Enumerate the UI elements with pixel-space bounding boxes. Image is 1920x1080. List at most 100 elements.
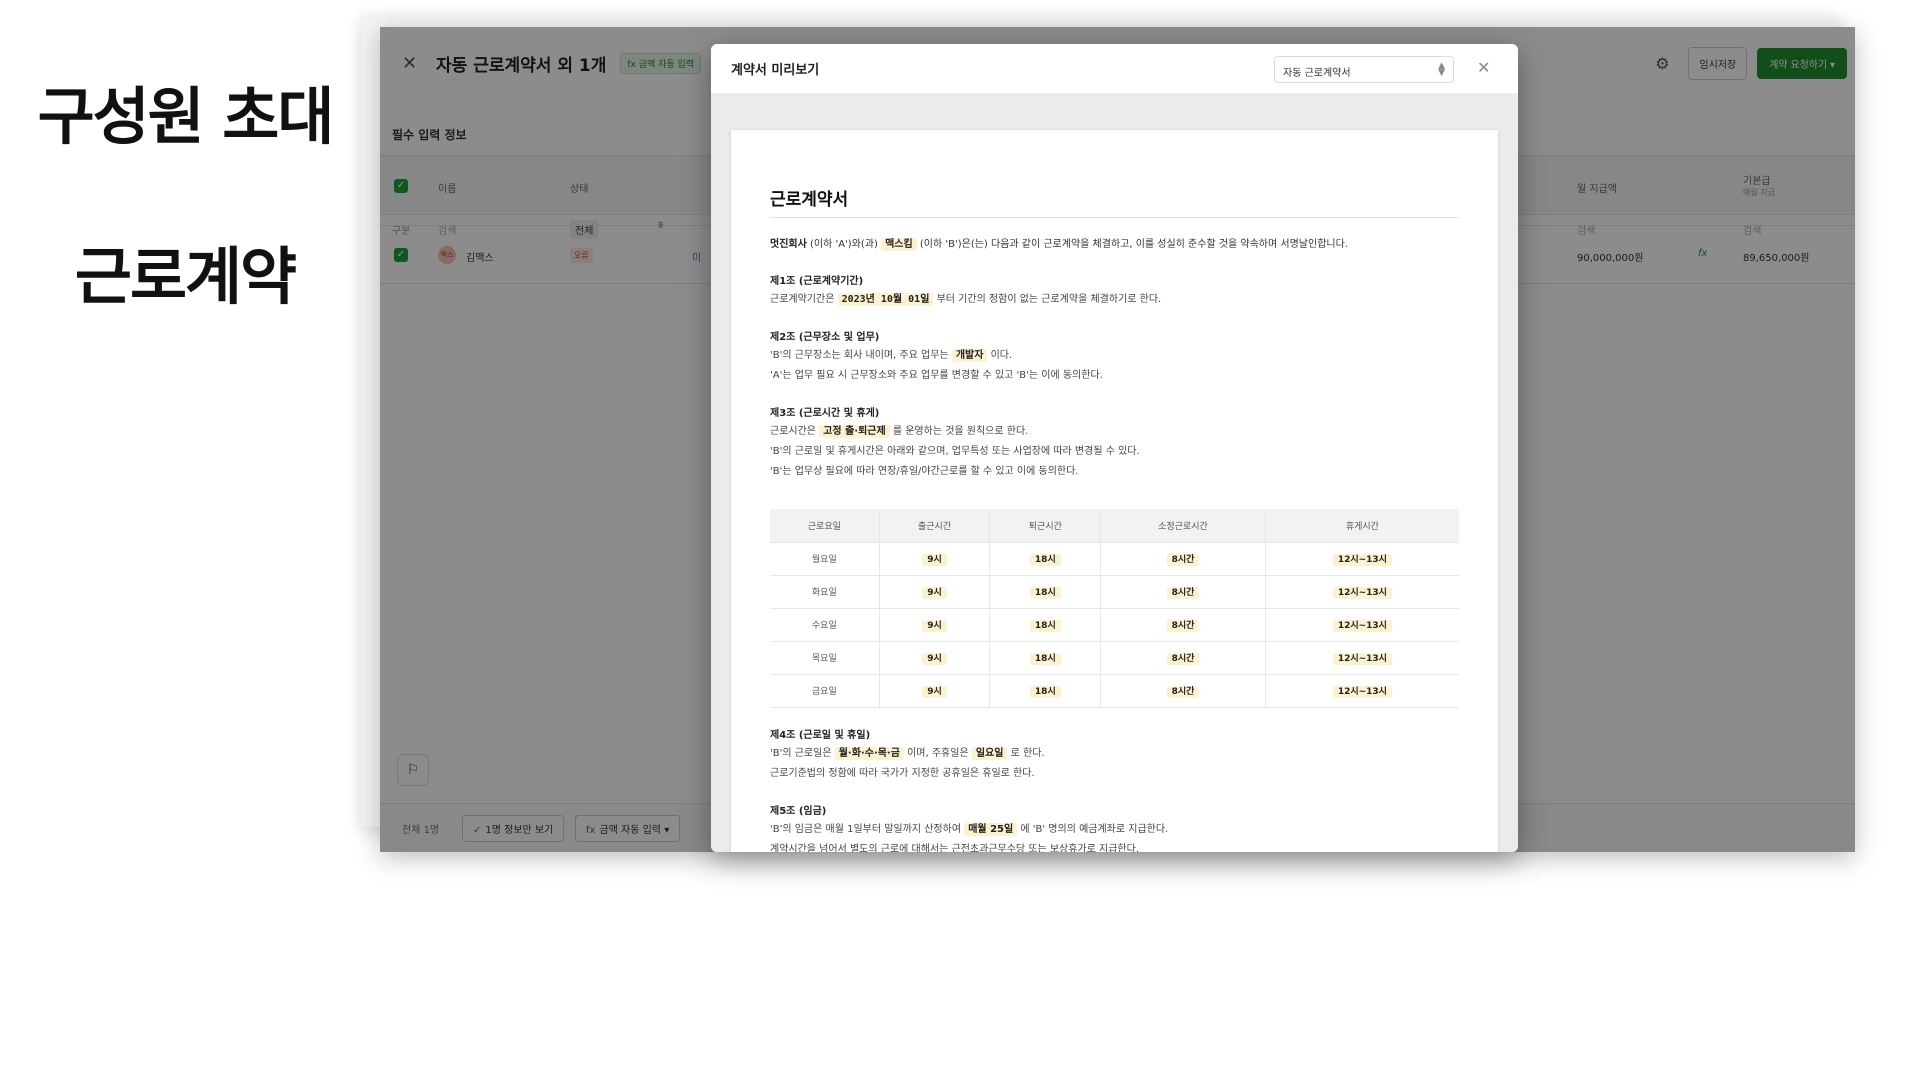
table-header-row: 근로요일 출근시간 퇴근시간 소정근로시간 휴게시간 — [770, 509, 1459, 542]
table-row: 금요일 9시 18시 8시간 12시~13시 — [770, 673, 1459, 708]
end-time: 18시 — [1029, 587, 1061, 599]
cell: 9시 — [878, 673, 990, 708]
day-cell: 금요일 — [770, 673, 880, 708]
doc-title: 근로계약서 — [770, 185, 1459, 218]
article-5-line-1: 'B'의 임금은 매월 1일부터 말일까지 산정하여 매월 25일 에 'B' … — [770, 820, 1459, 840]
work-schedule-table: 근로요일 출근시간 퇴근시간 소정근로시간 휴게시간 월요일 9시 18시 8시… — [770, 509, 1459, 708]
work-days: 월·화·수·목·금 — [834, 746, 904, 760]
article-5-title: 제5조 (임금) — [770, 805, 827, 817]
modal-title: 계약서 미리보기 — [731, 63, 820, 78]
day-cell: 화요일 — [770, 574, 880, 608]
doc-intro: 멋진회사 (이하 'A')와(과) 맥스킴 (이하 'B')은(는) 다음과 같… — [770, 236, 1459, 254]
cell: 12시~13시 — [1264, 640, 1459, 674]
company-name: 멋진회사 — [770, 239, 807, 250]
modal-body: 근로계약서 멋진회사 (이하 'A')와(과) 맥스킴 (이하 'B')은(는)… — [711, 94, 1518, 852]
cell: 12시~13시 — [1264, 607, 1459, 641]
work-hours: 8시간 — [1166, 686, 1200, 698]
text: 이다. — [987, 350, 1013, 361]
end-time: 18시 — [1029, 653, 1061, 665]
work-hours: 8시간 — [1166, 620, 1200, 632]
cell: 8시간 — [1100, 607, 1266, 641]
cell: 18시 — [989, 640, 1101, 674]
close-icon[interactable]: ✕ — [1477, 58, 1490, 77]
template-select[interactable]: 자동 근로계약서 ▲ ▼ — [1274, 56, 1454, 83]
table-row: 화요일 9시 18시 8시간 12시~13시 — [770, 574, 1459, 608]
slide-title-invite: 구성원 초대 — [37, 80, 335, 153]
table-row: 월요일 9시 18시 8시간 12시~13시 — [770, 541, 1459, 575]
contract-preview-modal: 계약서 미리보기 자동 근로계약서 ▲ ▼ ✕ 근로계약서 멋진회사 (이하 'A… — [711, 44, 1518, 852]
work-hours: 8시간 — [1166, 554, 1200, 566]
table-header: 출근시간 — [878, 509, 990, 542]
start-time: 9시 — [922, 554, 947, 566]
text: 에 'B' 명의의 예금계좌로 지급한다. — [1017, 823, 1169, 835]
end-time: 18시 — [1029, 554, 1061, 566]
text: 를 운영하는 것을 원칙으로 한다. — [889, 426, 1029, 437]
break-time: 12시~13시 — [1332, 587, 1392, 599]
intro-text: (이하 'A')와(과) — [806, 239, 882, 250]
article-1-line: 근로계약기간은 2023년 10월 01일 부터 기간의 정함이 없는 근로계약… — [770, 290, 1459, 310]
table-header: 휴게시간 — [1264, 509, 1459, 542]
work-type: 고정 출·퇴근제 — [819, 425, 890, 438]
break-time: 12시~13시 — [1332, 554, 1392, 566]
template-select-value: 자동 근로계약서 — [1283, 68, 1351, 79]
table-header: 소정근로시간 — [1100, 509, 1266, 542]
cell: 9시 — [878, 574, 990, 608]
cell: 18시 — [989, 673, 1101, 708]
article-3-line-3: 'B'는 업무상 필요에 따라 연장/휴일/야간근로를 할 수 있고 이에 동의… — [770, 466, 1079, 477]
article-3-line-1: 근로시간은 고정 출·퇴근제 를 운영하는 것을 원칙으로 한다. — [770, 422, 1459, 442]
cell: 9시 — [878, 640, 990, 674]
end-time: 18시 — [1029, 686, 1061, 698]
article-4-title: 제4조 (근로일 및 휴일) — [770, 729, 871, 741]
table-header: 퇴근시간 — [989, 509, 1101, 542]
contract-document: 근로계약서 멋진회사 (이하 'A')와(과) 맥스킴 (이하 'B')은(는)… — [731, 130, 1498, 852]
article-5-line-2: 계약시간을 넘어서 별도의 근로에 대해서는 근전초과근무수당 또는 보상휴가로… — [770, 843, 1140, 853]
break-time: 12시~13시 — [1332, 620, 1392, 632]
cell: 18시 — [989, 541, 1101, 575]
weekly-holiday: 일요일 — [971, 746, 1008, 760]
text: 부터 기간의 정함이 없는 근로계약을 체결하기로 한다. — [933, 294, 1162, 305]
cell: 9시 — [878, 541, 990, 575]
start-time: 9시 — [922, 587, 947, 599]
job-title: 개발자 — [951, 349, 988, 362]
day-cell: 수요일 — [770, 607, 880, 641]
article-3-title: 제3조 (근로시간 및 휴게) — [770, 408, 880, 419]
slide-title-contract: 근로계약 — [74, 240, 297, 313]
break-time: 12시~13시 — [1332, 653, 1392, 665]
day-cell: 목요일 — [770, 640, 880, 674]
text: 로 한다. — [1007, 747, 1045, 759]
article-2-title: 제2조 (근무장소 및 업무) — [770, 332, 880, 343]
text: 'B'의 근무장소는 회사 내이며, 주요 업무는 — [770, 350, 952, 361]
work-hours: 8시간 — [1166, 653, 1200, 665]
work-hours: 8시간 — [1166, 587, 1200, 599]
text: 근로시간은 — [770, 426, 820, 437]
start-date: 2023년 10월 01일 — [837, 293, 934, 306]
start-time: 9시 — [922, 620, 947, 632]
break-time: 12시~13시 — [1332, 686, 1392, 698]
article-3-line-2: 'B'의 근로일 및 휴게시간은 아래와 같으며, 업무특성 또는 사업장에 따… — [770, 446, 1140, 457]
table-header: 근로요일 — [770, 509, 880, 542]
cell: 8시간 — [1100, 541, 1266, 575]
cell: 18시 — [989, 607, 1101, 641]
cell: 8시간 — [1100, 673, 1266, 708]
cell: 9시 — [878, 607, 990, 641]
start-time: 9시 — [922, 686, 947, 698]
cell: 12시~13시 — [1264, 673, 1459, 708]
cell: 8시간 — [1100, 640, 1266, 674]
cell: 8시간 — [1100, 574, 1266, 608]
text: 이며, 주휴일은 — [903, 747, 972, 759]
cell: 12시~13시 — [1264, 574, 1459, 608]
text: 'B'의 근로일은 — [770, 747, 835, 759]
cell: 18시 — [989, 574, 1101, 608]
table-row: 수요일 9시 18시 8시간 12시~13시 — [770, 607, 1459, 641]
article-4-line-2: 근로기준법의 정함에 따라 국가가 지정한 공휴일은 휴일로 한다. — [770, 767, 1035, 779]
article-4-line-1: 'B'의 근로일은 월·화·수·목·금 이며, 주휴일은 일요일 로 한다. — [770, 744, 1459, 764]
article-2-line-2: 'A'는 업무 필요 시 근무장소와 주요 업무를 변경할 수 있고 'B'는 … — [770, 370, 1103, 381]
text: 'B'의 임금은 매월 1일부터 말일까지 산정하여 — [770, 823, 965, 835]
text: 근로계약기간은 — [770, 294, 838, 305]
pay-day: 매월 25일 — [964, 822, 1018, 836]
intro-text-2: (이하 'B')은(는) 다음과 같이 근로계약을 체결하고, 이를 성실히 준… — [916, 239, 1348, 250]
article-1-title: 제1조 (근로계약기간) — [770, 276, 864, 287]
table-row: 목요일 9시 18시 8시간 12시~13시 — [770, 640, 1459, 674]
day-cell: 월요일 — [770, 541, 880, 575]
employee-name: 맥스킴 — [881, 238, 917, 251]
